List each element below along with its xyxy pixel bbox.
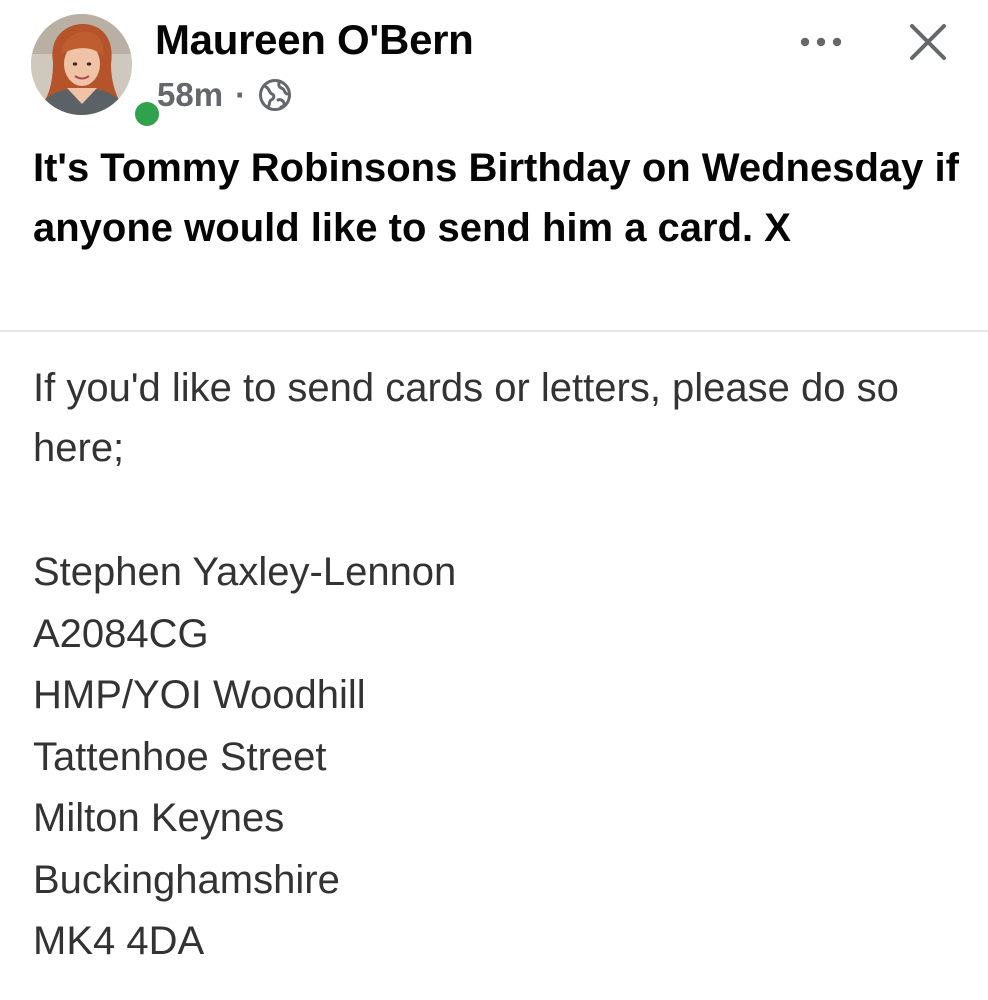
profile-photo-icon [31, 14, 132, 115]
post-headline: It's Tommy Robinsons Birthday on Wednesd… [33, 146, 959, 250]
close-button[interactable] [900, 14, 956, 70]
address-line: Milton Keynes [33, 796, 285, 840]
author-avatar-container[interactable] [31, 14, 163, 130]
address-line: Tattenhoe Street [33, 734, 327, 779]
post-intro-text: If you'd like to send cards or letters, … [33, 366, 899, 470]
post-header: Maureen O'Bern 58m · [0, 0, 988, 130]
address-line: Stephen Yaxley-Lennon [33, 550, 457, 594]
address-line: A2084CG [33, 611, 209, 656]
post-body: If you'd like to send cards or letters, … [33, 358, 963, 973]
post-timestamp[interactable]: 58m [157, 76, 223, 114]
author-name[interactable]: Maureen O'Bern [155, 14, 474, 66]
meta-separator: · [235, 76, 247, 113]
address-line: HMP/YOI Woodhill [33, 673, 366, 717]
mailing-address: Stephen Yaxley-Lennon A2084CG HMP/YOI Wo… [33, 542, 963, 973]
globe-icon[interactable] [258, 78, 292, 112]
more-options-icon [800, 37, 842, 47]
avatar[interactable] [31, 14, 132, 115]
more-options-button[interactable] [793, 22, 849, 62]
address-line: Buckinghamshire [33, 857, 340, 902]
content-divider [0, 330, 988, 332]
close-icon [910, 24, 946, 60]
address-line: MK4 4DA [33, 919, 205, 963]
post-meta: 58m · [157, 72, 292, 118]
